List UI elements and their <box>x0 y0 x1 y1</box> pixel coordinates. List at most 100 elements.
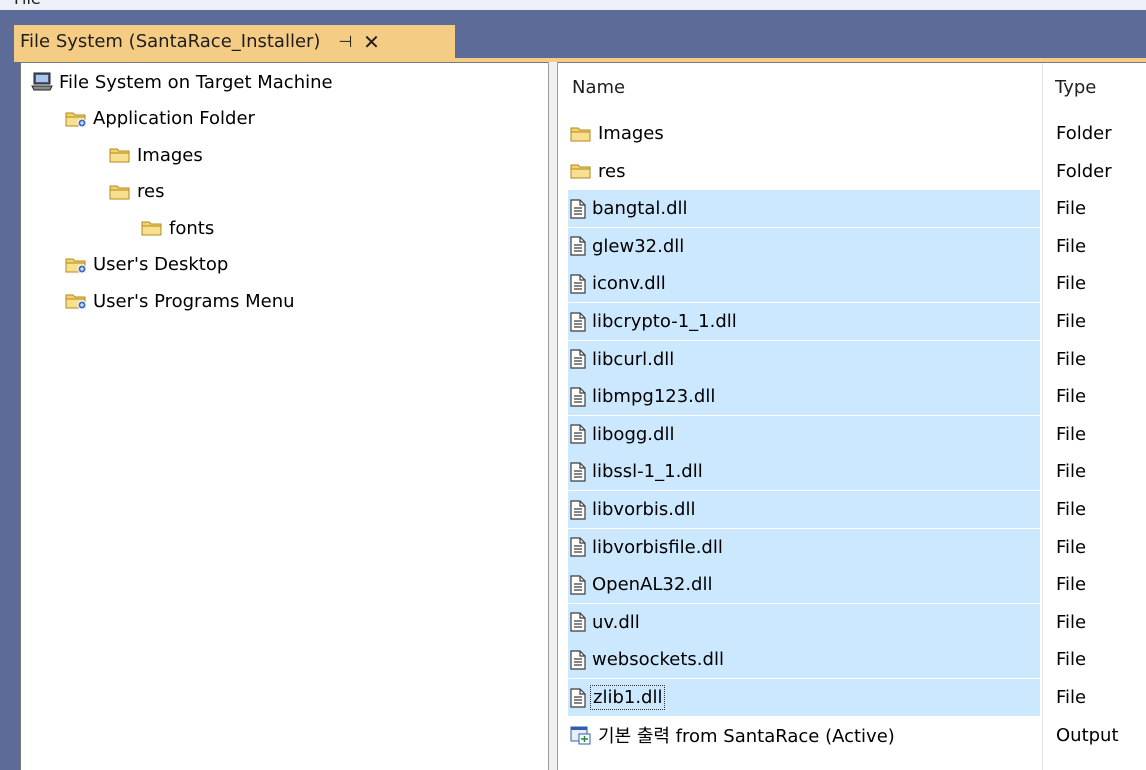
name-cell[interactable]: libvorbis.dll <box>568 491 1040 528</box>
item-type: Folder <box>1056 160 1112 182</box>
item-type: File <box>1056 574 1087 596</box>
file-icon <box>570 424 586 444</box>
name-cell[interactable]: libvorbisfile.dll <box>568 528 1040 566</box>
file-list-view[interactable]: Name Type Images Folder res Folder bangtal.d… <box>558 62 1146 770</box>
close-icon[interactable]: ✕ <box>362 30 380 54</box>
document-tab[interactable]: File System (SantaRace_Installer) ⊣ ✕ <box>14 25 455 58</box>
name-cell[interactable]: libogg.dll <box>568 415 1040 453</box>
file-icon <box>570 499 586 520</box>
computer-icon <box>31 72 53 91</box>
list-item[interactable]: Images Folder <box>568 115 1146 152</box>
name-cell[interactable]: zlib1.dll <box>568 679 1040 716</box>
item-type: File <box>1056 235 1087 257</box>
tree-node-label: User's Programs Menu <box>93 290 295 312</box>
name-cell[interactable]: res <box>568 153 1040 190</box>
item-type: File <box>1056 198 1087 220</box>
list-item[interactable]: libcrypto-1_1.dll File <box>568 303 1146 340</box>
list-item[interactable]: uv.dll File <box>568 603 1146 641</box>
list-item[interactable]: OpenAL32.dll File <box>568 566 1146 604</box>
item-type: File <box>1056 348 1087 370</box>
file-icon <box>570 687 586 708</box>
folder-icon <box>570 164 591 179</box>
name-cell[interactable]: uv.dll <box>568 603 1040 641</box>
tree-node[interactable]: fonts <box>141 213 214 243</box>
list-item[interactable]: glew32.dll File <box>568 227 1146 265</box>
list-item[interactable]: libcurl.dll File <box>568 340 1146 378</box>
tree-node-label: res <box>137 181 165 202</box>
file-system-tree[interactable]: File System on Target Machine Application… <box>20 62 548 770</box>
name-cell[interactable]: bangtal.dll <box>568 190 1040 228</box>
menu-bar: File <box>0 0 1146 10</box>
pin-icon[interactable]: ⊣ <box>336 32 354 51</box>
tree-node-label: fonts <box>169 217 215 239</box>
name-cell[interactable]: OpenAL32.dll <box>568 566 1040 604</box>
item-name: libcrypto-1_1.dll <box>592 311 737 332</box>
menu-file[interactable]: File <box>14 0 41 8</box>
list-item[interactable]: iconv.dll File <box>568 265 1146 303</box>
item-name: libssl-1_1.dll <box>592 461 703 483</box>
special-folder-icon <box>65 258 87 273</box>
item-name: libogg.dll <box>592 423 675 445</box>
file-icon <box>570 537 586 557</box>
folder-icon <box>109 185 130 199</box>
item-name: libmpg123.dll <box>592 386 716 408</box>
tree-node-label: File System on Target Machine <box>59 71 333 93</box>
file-icon <box>570 387 586 407</box>
item-name: libvorbis.dll <box>592 499 696 520</box>
list-item[interactable]: res Folder <box>568 153 1146 190</box>
tree-node[interactable]: User's Desktop <box>65 250 228 280</box>
tree-node-label: Application Folder <box>93 108 255 129</box>
tree-node[interactable]: Application Folder <box>65 104 255 134</box>
name-cell[interactable]: libcrypto-1_1.dll <box>568 303 1040 340</box>
item-name: iconv.dll <box>592 273 666 295</box>
item-name: bangtal.dll <box>592 198 688 220</box>
tree-node[interactable]: User's Programs Menu <box>65 286 295 316</box>
item-type: File <box>1056 649 1087 671</box>
tree-node[interactable]: res <box>109 177 164 207</box>
list-item[interactable]: libssl-1_1.dll File <box>568 453 1146 491</box>
tree-node-label: Images <box>137 144 203 166</box>
item-name: glew32.dll <box>592 235 685 257</box>
name-cell[interactable]: websockets.dll <box>568 641 1040 679</box>
item-name: Images <box>598 123 664 144</box>
list-item[interactable]: websockets.dll File <box>568 641 1146 679</box>
tree-root[interactable]: File System on Target Machine <box>31 67 333 97</box>
item-name: uv.dll <box>592 611 640 633</box>
document-tab-title: File System (SantaRace_Installer) <box>20 31 321 52</box>
list-item[interactable]: libvorbisfile.dll File <box>568 528 1146 566</box>
list-item[interactable]: zlib1.dll File <box>568 679 1146 716</box>
project-output-icon <box>570 726 591 745</box>
folder-icon <box>109 148 130 163</box>
item-type: Folder <box>1056 123 1112 144</box>
list-item[interactable]: bangtal.dll File <box>568 190 1146 228</box>
list-item[interactable]: libvorbis.dll File <box>568 491 1146 528</box>
item-type: File <box>1056 536 1087 558</box>
name-cell[interactable]: 기본 출력 from SantaRace (Active) <box>568 717 1040 754</box>
name-cell[interactable]: iconv.dll <box>568 265 1040 303</box>
file-icon <box>570 236 586 256</box>
file-icon <box>570 462 586 482</box>
item-name: libcurl.dll <box>592 348 675 370</box>
tree-node[interactable]: Images <box>109 140 203 170</box>
file-icon <box>570 575 586 595</box>
special-folder-icon <box>65 112 87 127</box>
list-item[interactable]: libmpg123.dll File <box>568 378 1146 416</box>
special-folder-icon <box>65 294 87 310</box>
name-cell[interactable]: libssl-1_1.dll <box>568 453 1040 491</box>
item-type: File <box>1056 386 1087 408</box>
name-cell[interactable]: libmpg123.dll <box>568 378 1040 416</box>
column-header-type[interactable]: Type <box>1055 77 1096 98</box>
pane-splitter[interactable] <box>548 62 558 770</box>
item-type: File <box>1056 311 1087 332</box>
item-name: OpenAL32.dll <box>592 574 713 596</box>
item-type: File <box>1056 423 1087 445</box>
item-name: libvorbisfile.dll <box>592 536 723 558</box>
name-cell[interactable]: libcurl.dll <box>568 340 1040 378</box>
list-item[interactable]: 기본 출력 from SantaRace (Active) Output <box>568 717 1146 754</box>
name-cell[interactable]: Images <box>568 115 1040 152</box>
name-cell[interactable]: glew32.dll <box>568 227 1040 265</box>
list-item[interactable]: libogg.dll File <box>568 415 1146 453</box>
file-icon <box>570 650 586 670</box>
item-type: File <box>1056 499 1087 520</box>
column-header-name[interactable]: Name <box>572 77 625 98</box>
